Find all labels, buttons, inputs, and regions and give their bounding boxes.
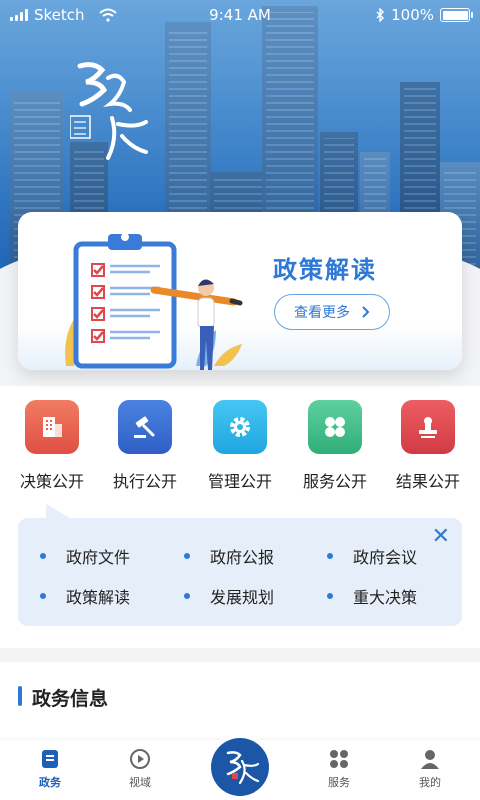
submenu-item[interactable]: 政府公报 — [184, 544, 274, 568]
menu-item-decision[interactable]: 决策公开 — [4, 400, 100, 492]
submenu-item[interactable]: 重大决策 — [327, 584, 417, 608]
submenu-panel: ✕ 政府文件 政府公报 政府会议 政策解读 发展规划 重大决策 — [18, 504, 462, 626]
status-time: 9:41 AM — [209, 6, 271, 24]
section-accent-bar — [18, 686, 22, 706]
battery-icon — [440, 8, 473, 22]
bluetooth-icon — [376, 8, 385, 22]
status-bar: Sketch 9:41 AM 100% — [0, 0, 480, 30]
tab-government[interactable]: 政务 — [20, 748, 80, 790]
tab-label: 我的 — [419, 776, 441, 789]
news-section: 政务信息 — [0, 662, 480, 740]
center-logo-button[interactable] — [211, 738, 269, 796]
tab-label: 服务 — [328, 776, 350, 789]
signal-icon — [10, 9, 28, 21]
battery-percent: 100% — [391, 6, 434, 24]
building-icon — [25, 400, 79, 454]
close-icon[interactable]: ✕ — [432, 526, 450, 548]
clover-icon — [308, 400, 362, 454]
stamp-icon — [401, 400, 455, 454]
tab-mine[interactable]: 我的 — [400, 748, 460, 790]
menu-label: 结果公开 — [395, 472, 460, 491]
submenu-item[interactable]: 政府文件 — [40, 544, 130, 568]
tab-video[interactable]: 视域 — [110, 748, 170, 790]
policy-card-title: 政策解读 — [273, 256, 377, 284]
policy-card[interactable]: 政策解读 查看更多 — [18, 212, 462, 370]
menu-item-management[interactable]: 管理公开 — [192, 400, 288, 492]
menu-item-execution[interactable]: 执行公开 — [97, 400, 193, 492]
clipboard-illustration — [65, 233, 243, 370]
gavel-icon — [118, 400, 172, 454]
submenu-item[interactable]: 政策解读 — [40, 584, 130, 608]
tab-label: 视域 — [129, 776, 151, 789]
menu-item-service[interactable]: 服务公开 — [287, 400, 383, 492]
chevron-right-icon — [362, 306, 370, 318]
carrier-label: Sketch — [34, 6, 85, 24]
tab-service[interactable]: 服务 — [309, 748, 369, 790]
play-icon — [130, 749, 150, 769]
submenu-item[interactable]: 政府会议 — [327, 544, 417, 568]
section-title: 政务信息 — [32, 688, 109, 710]
grid-icon — [330, 750, 348, 768]
submenu-item[interactable]: 发展规划 — [184, 584, 274, 608]
tab-label: 政务 — [39, 776, 61, 789]
menu-label: 管理公开 — [207, 472, 272, 491]
view-more-label: 查看更多 — [294, 305, 350, 321]
calligraphy-logo-icon — [226, 751, 260, 785]
quick-menu: 决策公开 执行公开 管理公开 服务公开 结果公开 — [0, 400, 480, 500]
gear-icon — [213, 400, 267, 454]
document-icon — [42, 750, 58, 768]
menu-label: 执行公开 — [112, 472, 177, 491]
menu-label: 决策公开 — [19, 472, 84, 491]
wifi-icon — [98, 8, 117, 22]
calligraphy-logo — [70, 62, 148, 160]
view-more-button[interactable]: 查看更多 — [274, 294, 390, 330]
menu-label: 服务公开 — [302, 472, 367, 491]
user-icon — [421, 750, 439, 769]
menu-item-result[interactable]: 结果公开 — [380, 400, 476, 492]
